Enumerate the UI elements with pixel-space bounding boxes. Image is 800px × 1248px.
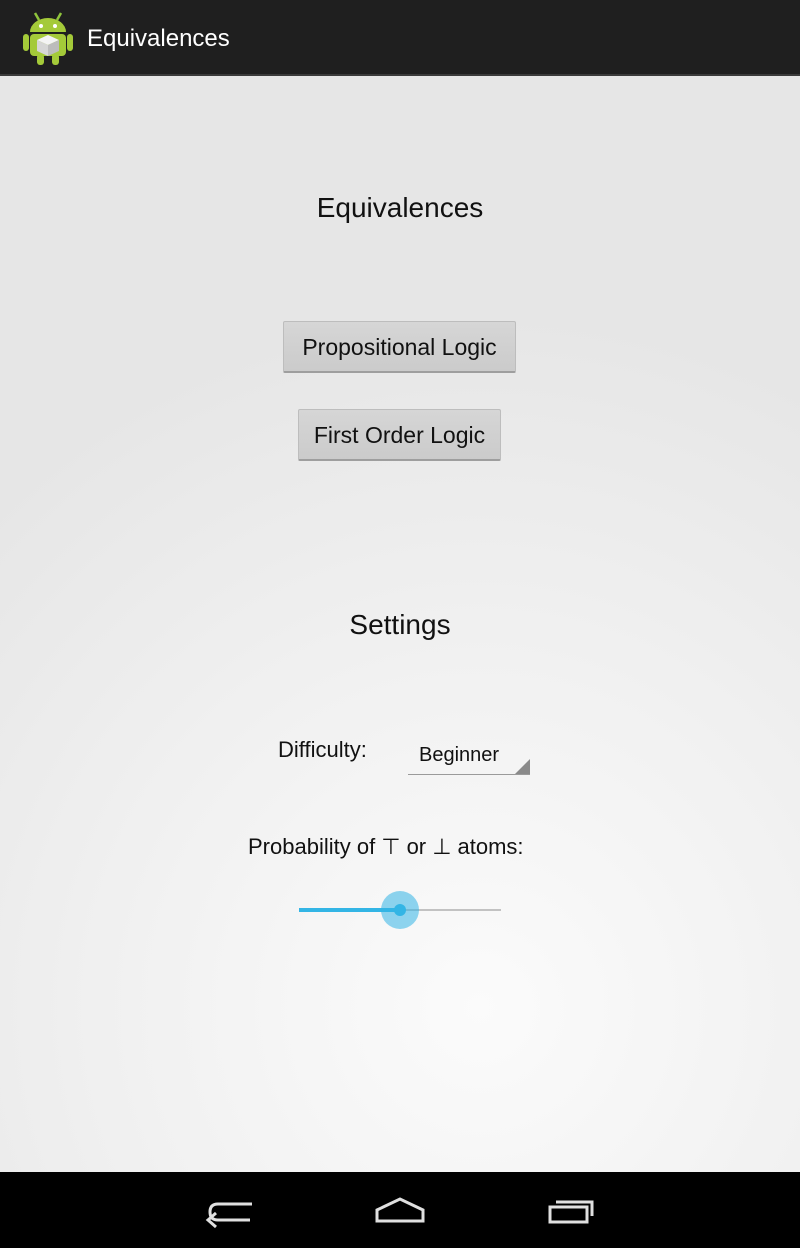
probability-slider[interactable] [296, 886, 504, 934]
recent-apps-icon[interactable] [526, 1186, 616, 1234]
probability-label: Probability of ⊤ or ⊥ atoms: [248, 834, 524, 859]
first-order-logic-button[interactable]: First Order Logic [298, 409, 501, 461]
difficulty-spinner[interactable]: Beginner [408, 733, 530, 775]
propositional-logic-button[interactable]: Propositional Logic [283, 321, 516, 373]
back-icon[interactable] [184, 1186, 274, 1234]
difficulty-value: Beginner [419, 744, 500, 766]
android-robot-icon[interactable] [22, 10, 74, 66]
home-icon[interactable] [355, 1186, 445, 1234]
difficulty-label: Difficulty: [278, 737, 367, 762]
navigation-bar [0, 1172, 800, 1248]
slider-thumb[interactable] [394, 904, 406, 916]
app-title: Equivalences [87, 25, 230, 52]
dropdown-triangle-icon [515, 759, 530, 774]
action-bar: Equivalences [0, 0, 800, 76]
settings-heading: Settings [349, 609, 451, 640]
page-heading: Equivalences [316, 192, 484, 223]
main-content: Equivalences Propositional Logic First O… [0, 76, 800, 1172]
